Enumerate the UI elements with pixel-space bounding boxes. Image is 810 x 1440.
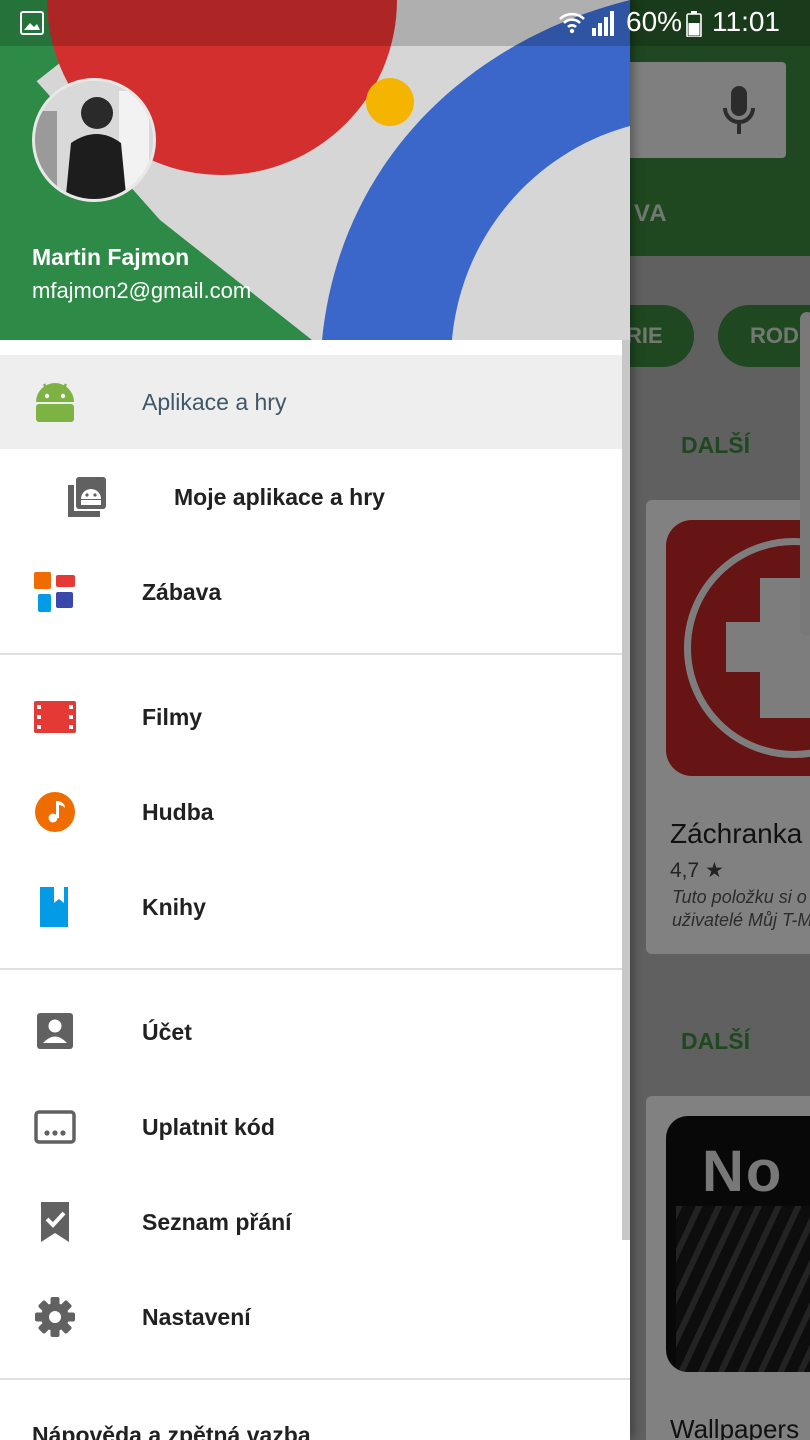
wifi-icon bbox=[559, 12, 585, 34]
user-email[interactable]: mfajmon2@gmail.com bbox=[32, 278, 251, 304]
status-bar: 60% 11:01 bbox=[0, 0, 810, 46]
menu-item-help-feedback[interactable]: Nápověda a zpětná vazba bbox=[32, 1422, 311, 1440]
menu-divider bbox=[0, 1378, 630, 1380]
redeem-code-icon bbox=[34, 1110, 76, 1144]
wishlist-bookmark-icon bbox=[41, 1202, 69, 1242]
menu-label: Seznam přání bbox=[142, 1209, 292, 1235]
drawer-scrollbar[interactable] bbox=[622, 340, 630, 1240]
menu-label: Filmy bbox=[142, 704, 203, 730]
menu-label: Nastavení bbox=[142, 1304, 251, 1330]
menu-label: Zábava bbox=[142, 579, 222, 605]
menu-item-movies[interactable]: Filmy bbox=[0, 670, 630, 764]
settings-gear-icon bbox=[35, 1297, 75, 1337]
account-icon bbox=[37, 1013, 73, 1049]
entertainment-icon bbox=[34, 572, 75, 612]
gallery-notification-icon bbox=[20, 11, 44, 35]
menu-item-my-apps[interactable]: Moje aplikace a hry bbox=[0, 450, 630, 544]
avatar[interactable] bbox=[32, 78, 156, 202]
my-apps-library-icon bbox=[68, 477, 106, 517]
user-name: Martin Fajmon bbox=[32, 244, 190, 270]
menu-label: Účet bbox=[142, 1019, 192, 1045]
music-note-icon bbox=[35, 792, 75, 832]
navigation-drawer: Martin Fajmon mfajmon2@gmail.com Aplikac… bbox=[0, 0, 630, 1440]
menu-label: Aplikace a hry bbox=[142, 389, 287, 415]
menu-label: Moje aplikace a hry bbox=[174, 484, 385, 510]
battery-percentage: 60% bbox=[626, 6, 683, 37]
android-icon bbox=[36, 383, 74, 422]
menu-item-apps-games[interactable]: Aplikace a hry bbox=[0, 355, 630, 449]
clock: 11:01 bbox=[712, 6, 780, 37]
battery-icon bbox=[686, 11, 702, 37]
movies-film-icon bbox=[34, 701, 76, 733]
signal-strength-icon bbox=[592, 11, 614, 36]
menu-label: Hudba bbox=[142, 799, 214, 825]
menu-divider bbox=[0, 653, 630, 655]
menu-divider bbox=[0, 968, 630, 970]
menu-item-account[interactable]: Účet bbox=[0, 985, 630, 1079]
menu-label: Knihy bbox=[142, 894, 206, 920]
menu-item-music[interactable]: Hudba bbox=[0, 765, 630, 859]
menu-item-settings[interactable]: Nastavení bbox=[0, 1270, 630, 1364]
menu-label: Uplatnit kód bbox=[142, 1114, 275, 1140]
menu-item-redeem[interactable]: Uplatnit kód bbox=[0, 1080, 630, 1174]
menu-item-entertainment[interactable]: Zábava bbox=[0, 545, 630, 639]
books-icon bbox=[40, 887, 68, 927]
drawer-header: Martin Fajmon mfajmon2@gmail.com bbox=[0, 0, 630, 340]
menu-item-books[interactable]: Knihy bbox=[0, 860, 630, 954]
menu-item-wishlist[interactable]: Seznam přání bbox=[0, 1175, 630, 1269]
